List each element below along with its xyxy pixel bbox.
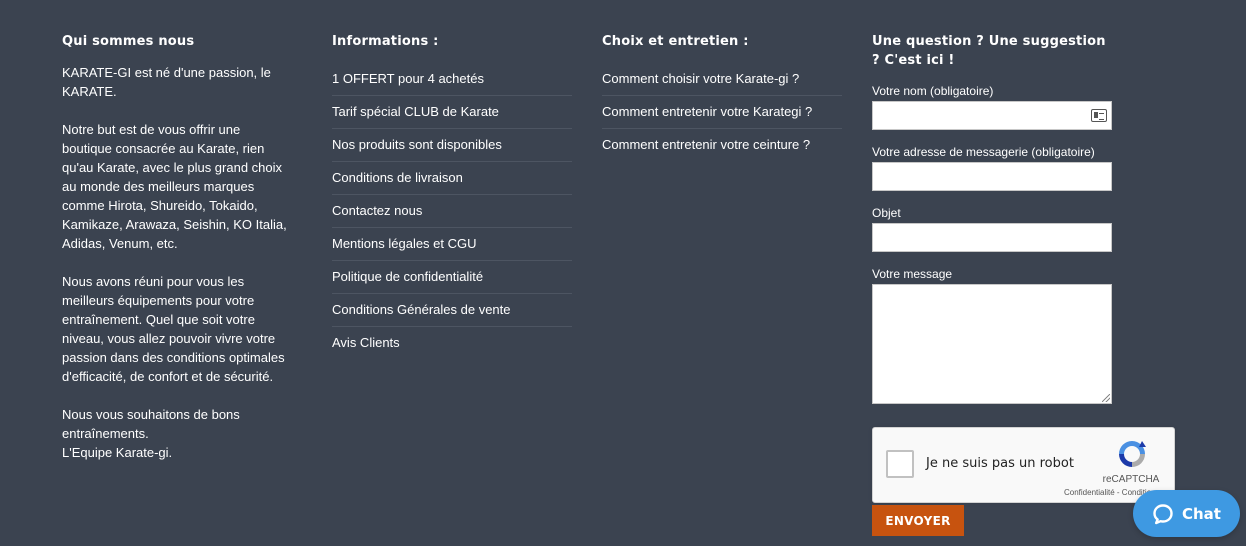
info-link[interactable]: Nos produits sont disponibles: [332, 129, 572, 162]
about-paragraph: Nous vous souhaitons de bons entraînemen…: [62, 407, 240, 460]
submit-button[interactable]: ENVOYER: [872, 505, 964, 536]
recaptcha-label: Je ne suis pas un robot: [926, 456, 1074, 471]
resize-grip-icon[interactable]: [1102, 394, 1110, 402]
subject-label: Objet: [872, 206, 901, 220]
info-link[interactable]: Contactez nous: [332, 195, 572, 228]
care-title: Choix et entretien :: [602, 34, 749, 49]
about-paragraph: Nous avons réuni pour vous les meilleurs…: [62, 274, 285, 384]
recaptcha-widget: Je ne suis pas un robot reCAPTCHA Confid…: [872, 427, 1175, 503]
subject-input[interactable]: [872, 223, 1112, 252]
info-link[interactable]: Avis Clients: [332, 327, 572, 359]
email-group: Votre adresse de messagerie (obligatoire…: [872, 144, 1172, 191]
info-link[interactable]: Tarif spécial CLUB de Karate: [332, 96, 572, 129]
name-label: Votre nom (obligatoire): [872, 84, 994, 98]
chat-label: Chat: [1182, 504, 1221, 523]
about-paragraph: Notre but est de vous offrir une boutiqu…: [62, 122, 287, 251]
care-links: Comment choisir votre Karate-gi ? Commen…: [602, 63, 842, 161]
recaptcha-brand: reCAPTCHA: [1102, 474, 1160, 485]
message-textarea[interactable]: [872, 284, 1112, 404]
about-paragraph: KARATE-GI est né d'une passion, le KARAT…: [62, 65, 271, 99]
chat-button[interactable]: Chat: [1133, 490, 1240, 537]
info-link[interactable]: Politique de confidentialité: [332, 261, 572, 294]
care-link[interactable]: Comment entretenir votre Karategi ?: [602, 96, 842, 129]
subject-group: Objet: [872, 205, 1172, 252]
info-link[interactable]: Mentions légales et CGU: [332, 228, 572, 261]
about-section: Qui sommes nous KARATE-GI est né d'une p…: [62, 32, 302, 481]
recaptcha-checkbox[interactable]: [886, 450, 914, 478]
information-links: 1 OFFERT pour 4 achetés Tarif spécial CL…: [332, 63, 572, 359]
info-link[interactable]: 1 OFFERT pour 4 achetés: [332, 63, 572, 96]
care-link[interactable]: Comment entretenir votre ceinture ?: [602, 129, 842, 161]
contact-card-icon[interactable]: [1091, 109, 1107, 122]
message-group: Votre message: [872, 266, 1172, 404]
chat-bubble-icon: [1153, 503, 1173, 524]
info-link[interactable]: Conditions de livraison: [332, 162, 572, 195]
name-group: Votre nom (obligatoire): [872, 83, 1172, 130]
recaptcha-logo-icon: [1119, 441, 1146, 467]
email-label: Votre adresse de messagerie (obligatoire…: [872, 145, 1095, 159]
about-title: Qui sommes nous: [62, 34, 195, 49]
email-input[interactable]: [872, 162, 1112, 191]
information-section: Informations : 1 OFFERT pour 4 achetés T…: [332, 32, 572, 359]
name-input[interactable]: [872, 101, 1112, 130]
information-title: Informations :: [332, 34, 439, 49]
message-label: Votre message: [872, 267, 953, 281]
contact-form: Une question ? Une suggestion ? C'est ic…: [872, 32, 1172, 418]
care-link[interactable]: Comment choisir votre Karate-gi ?: [602, 63, 842, 96]
care-section: Choix et entretien : Comment choisir vot…: [602, 32, 842, 161]
contact-form-title: Une question ? Une suggestion ? C'est ic…: [872, 34, 1106, 68]
info-link[interactable]: Conditions Générales de vente: [332, 294, 572, 327]
